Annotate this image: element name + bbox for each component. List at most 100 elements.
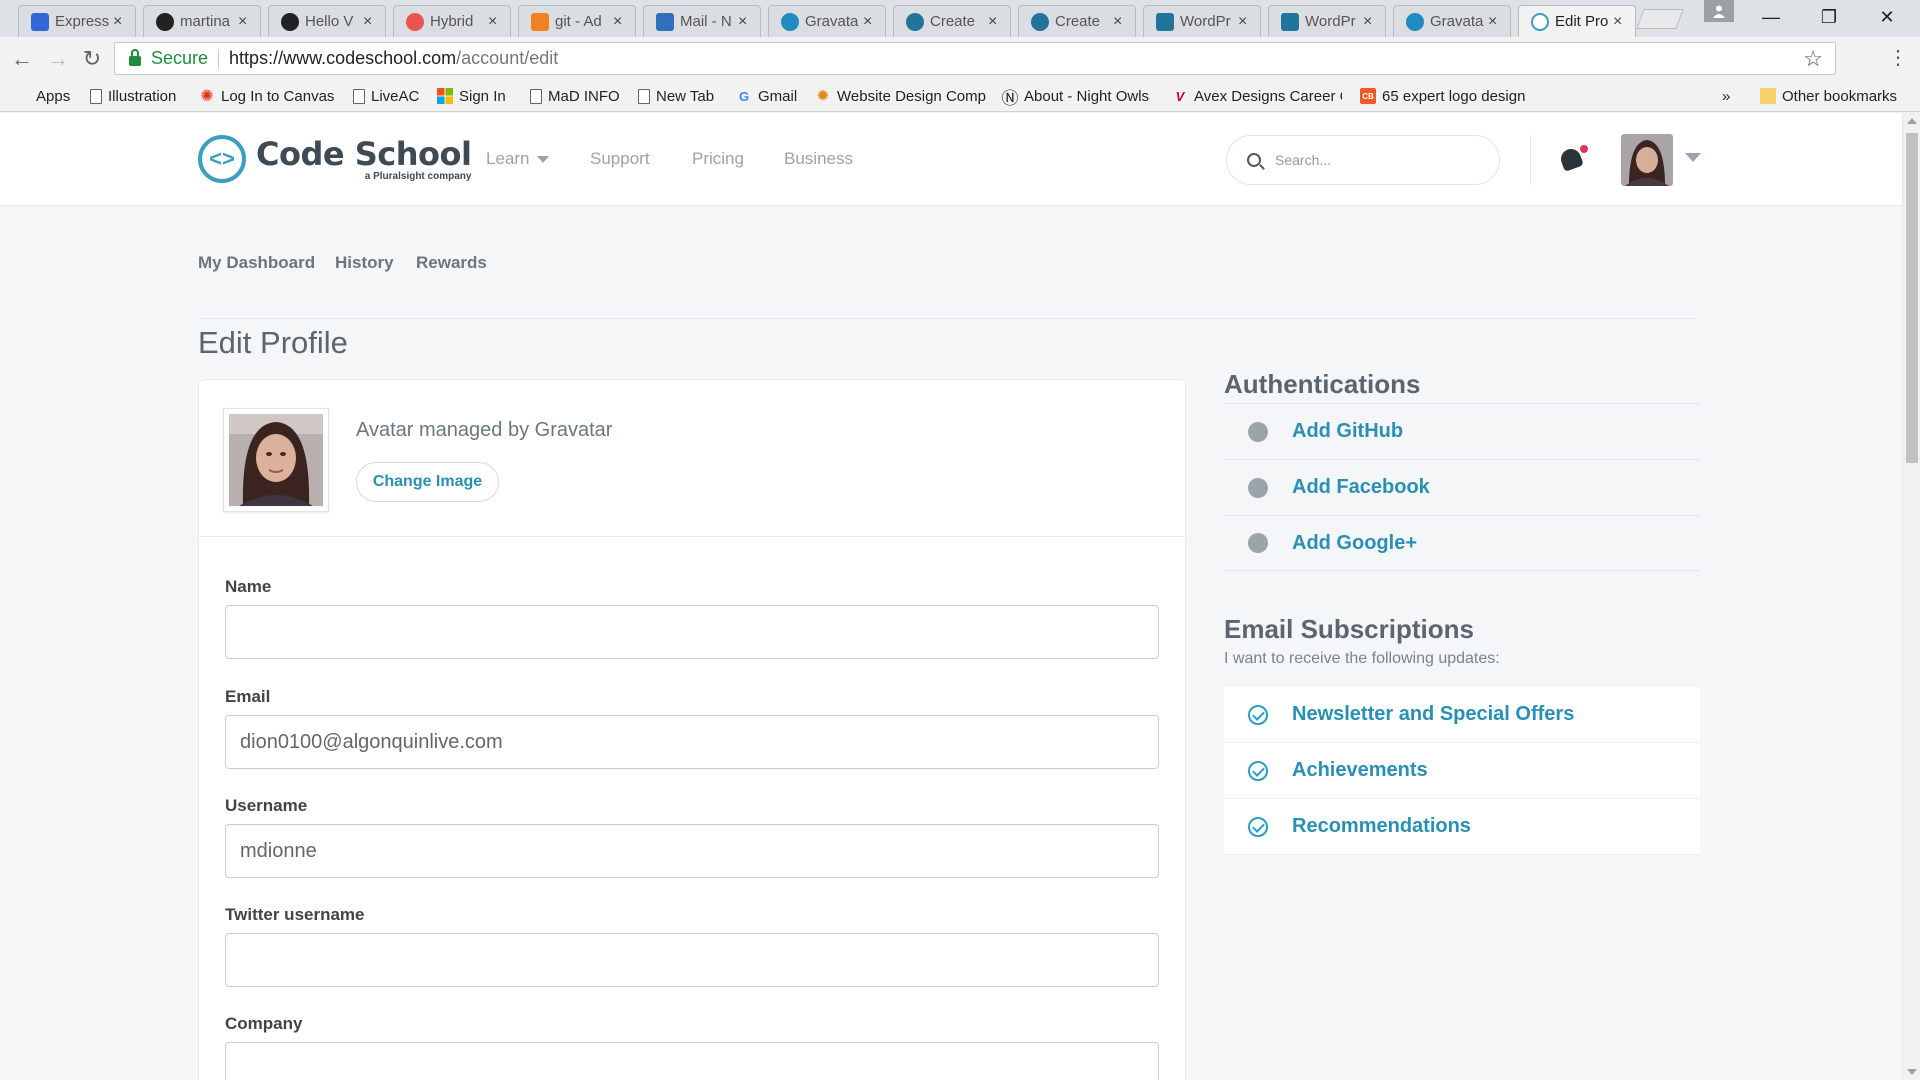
company-field[interactable] [225,1042,1159,1080]
bookmark-website-design[interactable]: ✹ Website Design Comp [815,85,990,107]
status-dot-icon [1248,477,1268,498]
browser-tab[interactable]: git - Ad × [518,5,636,37]
tab-close-icon[interactable]: × [113,13,127,31]
browser-tab[interactable]: Hello V × [268,5,386,37]
bookmark-apps[interactable]: Apps [14,85,70,107]
bookmark-new-tab[interactable]: New Tab [638,85,714,107]
tab-close-icon[interactable]: × [988,13,1002,31]
close-window-button[interactable]: ✕ [1864,4,1910,30]
gravatar-icon [781,12,799,31]
browser-tab[interactable]: Create × [1018,5,1136,37]
code-school-logo[interactable]: <> Code School a Pluralsight company [198,134,472,183]
bookmark-logo-design[interactable]: CB 65 expert logo design [1360,85,1532,107]
bookmark-illustration[interactable]: Illustration [90,85,176,107]
user-avatar[interactable] [1621,134,1673,186]
username-field[interactable] [225,824,1159,878]
bookmark-star-icon[interactable]: ☆ [1803,46,1823,72]
twitter-username-field[interactable] [225,933,1159,987]
browser-tab[interactable]: Mail - N × [643,5,761,37]
minimize-button[interactable]: — [1748,4,1794,30]
browser-tab[interactable]: martina × [143,5,261,37]
browser-tab-active[interactable]: Edit Pro × [1518,5,1636,37]
tab-favicon-icon [31,12,49,31]
tab-close-icon[interactable]: × [1488,13,1502,31]
tab-close-icon[interactable]: × [1363,13,1377,31]
tab-close-icon[interactable]: × [613,13,627,31]
notifications-bell-icon[interactable] [1558,145,1588,175]
back-button[interactable]: ← [8,45,36,73]
subscription-newsletter[interactable]: Newsletter and Special Offers [1224,687,1700,743]
brand-name: Code School [256,134,472,173]
browser-menu-icon[interactable]: ⋮ [1888,45,1908,70]
bookmark-mad-info[interactable]: MaD INFO [530,85,620,107]
tab-close-icon[interactable]: × [738,13,752,31]
bookmarks-overflow-chevron[interactable]: » [1722,85,1730,107]
tab-close-icon[interactable]: × [488,13,502,31]
tab-close-icon[interactable]: × [1238,13,1252,31]
bookmark-canvas[interactable]: ✺ Log In to Canvas [199,85,334,107]
subnav-rewards[interactable]: Rewards [416,253,487,273]
reload-button[interactable]: ↻ [78,45,106,73]
nav-business[interactable]: Business [784,149,853,169]
name-field[interactable] [225,605,1159,659]
add-github-link[interactable]: Add GitHub [1224,403,1700,459]
profile-card: Avatar managed by Gravatar Change Image … [198,379,1186,1080]
bookmark-label: Sign In [459,87,506,105]
scroll-up-icon[interactable] [1907,118,1917,124]
add-google-plus-link[interactable]: Add Google+ [1224,515,1700,571]
nav-learn[interactable]: Learn [486,149,550,169]
email-field[interactable] [225,715,1159,769]
address-bar[interactable]: Secure https://www.codeschool.com /accou… [114,42,1836,75]
subscription-recommendations[interactable]: Recommendations [1224,799,1700,855]
tab-label: Gravata [805,13,859,30]
bookmark-night-owls[interactable]: Ⓝ About - Night Owls [1002,85,1149,108]
tab-close-icon[interactable]: × [863,13,877,31]
nav-pricing[interactable]: Pricing [692,149,744,169]
tab-close-icon[interactable]: × [1613,13,1627,31]
avatar-photo [229,414,323,506]
bookmark-gmail[interactable]: G Gmail [736,85,797,107]
scrollbar-thumb[interactable] [1906,133,1918,463]
apps-grid-icon [14,88,30,104]
forward-button[interactable]: → [44,45,72,73]
browser-tab[interactable]: Express × [18,5,136,37]
tab-close-icon[interactable]: × [238,13,252,31]
subnav-history[interactable]: History [335,253,394,273]
tab-label: martina [180,13,231,30]
tab-close-icon[interactable]: × [363,13,377,31]
subnav-my-dashboard[interactable]: My Dashboard [198,253,315,273]
tab-label: WordPr [1305,13,1356,30]
account-dropdown-icon[interactable] [1685,153,1701,162]
wordpress-icon [906,12,924,31]
change-image-button[interactable]: Change Image [356,462,499,502]
browser-profile-icon[interactable] [1704,0,1734,22]
profile-avatar [223,408,329,512]
status-dot-icon [1248,533,1268,553]
site-search[interactable] [1226,135,1500,185]
page-viewport: <> Code School a Pluralsight company Lea… [0,113,1902,1080]
bookmark-sign-in[interactable]: Sign In [437,85,506,107]
bookmark-label: Avex Designs Career C [1194,87,1342,105]
page-scrollbar[interactable] [1902,113,1920,1080]
browser-tab[interactable]: Gravata × [1393,5,1511,37]
bookmark-liveac[interactable]: LiveAC [353,85,419,107]
tab-label: Hello V [305,13,354,30]
browser-tab[interactable]: Create × [893,5,1011,37]
new-tab-button[interactable] [1636,9,1684,29]
browser-tab[interactable]: WordPr × [1268,5,1386,37]
browser-tab[interactable]: WordPr × [1143,5,1261,37]
add-facebook-link[interactable]: Add Facebook [1224,459,1700,515]
name-label: Name [225,577,272,596]
auth-label: Add GitHub [1292,420,1404,442]
folder-icon [1760,88,1776,104]
restore-button[interactable]: ❐ [1806,4,1852,30]
browser-tab[interactable]: Hybrid × [393,5,511,37]
nav-support[interactable]: Support [590,149,650,169]
scroll-down-icon[interactable] [1907,1069,1917,1075]
tab-close-icon[interactable]: × [1113,13,1127,31]
subscription-achievements[interactable]: Achievements [1224,743,1700,799]
bookmark-other-bookmarks[interactable]: Other bookmarks [1760,85,1897,107]
bookmark-avex[interactable]: V Avex Designs Career C [1172,85,1342,107]
browser-tab[interactable]: Gravata × [768,5,886,37]
search-input[interactable] [1275,152,1475,168]
